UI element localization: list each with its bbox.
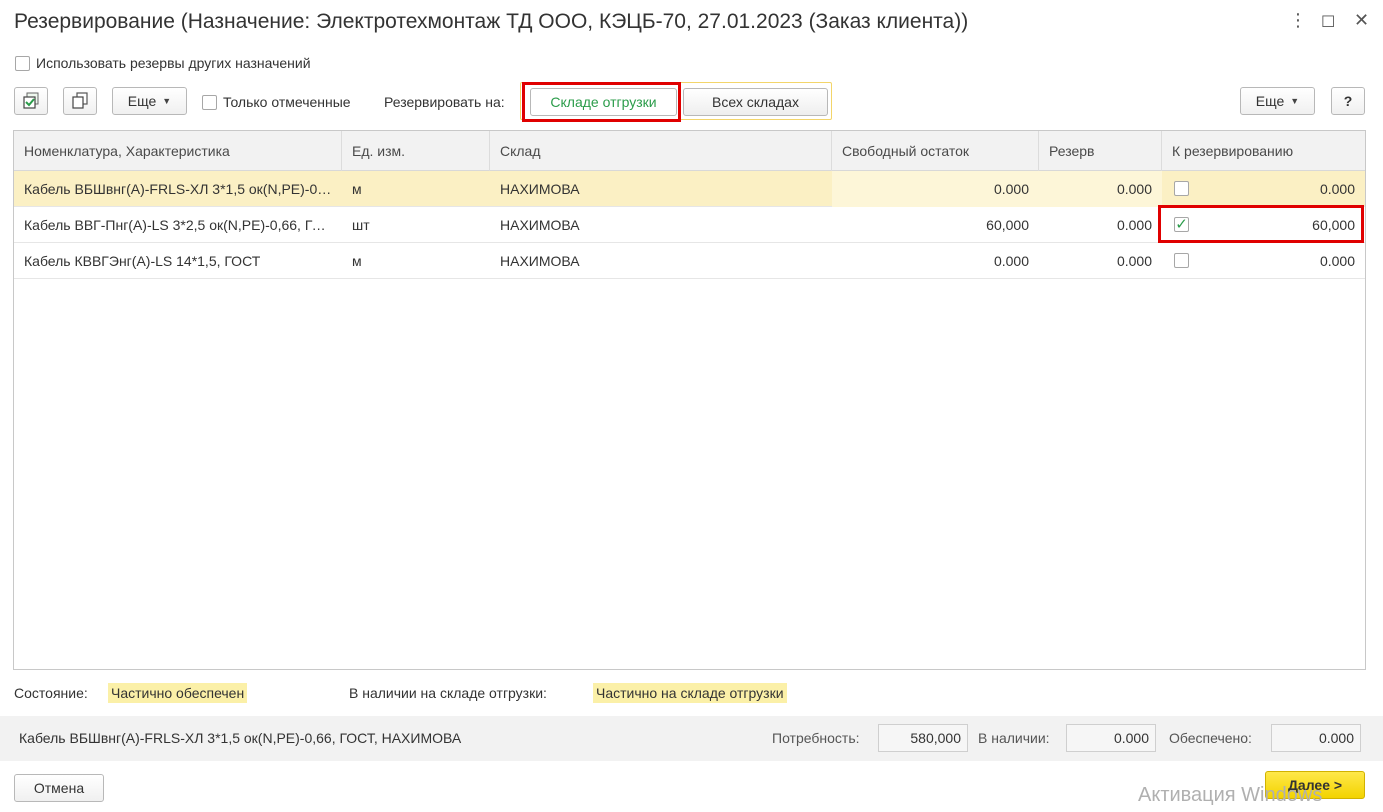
column-header-warehouse[interactable]: Склад (490, 131, 832, 171)
provided-field: 0.000 (1271, 724, 1361, 752)
available-field: 0.000 (1066, 724, 1156, 752)
cell-reserve: 0.000 (1039, 171, 1162, 207)
cell-nomenclature: Кабель ВВГ-Пнг(А)-LS 3*2,5 ок(N,PE)-0,66… (24, 217, 341, 233)
only-marked-label: Только отмеченные (223, 94, 351, 110)
state-label: Состояние: (14, 685, 88, 701)
check-all-icon (23, 92, 39, 109)
more-button[interactable]: Еще ▼ (112, 87, 187, 115)
table-header: Номенклатура, Характеристика Ед. изм. Ск… (14, 131, 1365, 171)
copy-icon (72, 92, 88, 109)
availability-badge: Частично на складе отгрузки (593, 683, 787, 703)
reserve-option-all-warehouses[interactable]: Всех складах (683, 88, 828, 116)
to-reserve-checkbox[interactable] (1174, 181, 1189, 196)
cell-warehouse: НАХИМОВА (500, 181, 580, 197)
column-header-reserve[interactable]: Резерв (1039, 131, 1162, 171)
column-header-unit[interactable]: Ед. изм. (342, 131, 490, 171)
cell-to-reserve[interactable]: 0.000 (1204, 243, 1365, 279)
provided-label: Обеспечено: (1169, 730, 1252, 746)
cell-free-stock: 0.000 (832, 171, 1039, 207)
only-marked-checkbox[interactable]: Только отмеченные (202, 94, 351, 110)
to-reserve-checkbox[interactable] (1174, 253, 1189, 268)
column-header-to-reserve[interactable]: К резервированию (1162, 131, 1365, 171)
cell-unit: м (352, 181, 362, 197)
need-field: 580,000 (878, 724, 968, 752)
reservation-table: Номенклатура, Характеристика Ед. изм. Ск… (13, 130, 1366, 670)
cell-reserve: 0.000 (1116, 253, 1152, 269)
close-icon[interactable]: ✕ (1354, 10, 1369, 31)
checkmark-icon: ✓ (1175, 216, 1188, 233)
check-all-button[interactable] (14, 87, 48, 115)
cell-unit: м (352, 253, 362, 269)
cell-nomenclature: Кабель ВБШвнг(А)-FRLS-ХЛ 3*1,5 ок(N,PE)-… (24, 181, 342, 197)
cell-to-reserve[interactable]: 60,000 (1204, 207, 1365, 243)
state-badge: Частично обеспечен (108, 683, 248, 703)
help-button[interactable]: ? (1331, 87, 1365, 115)
reserve-on-radio-group: Складе отгрузки Всех складах (520, 82, 832, 120)
chevron-down-icon: ▼ (1290, 96, 1300, 106)
use-other-reserves-label: Использовать резервы других назначений (36, 55, 311, 71)
uncheck-all-button[interactable] (63, 87, 97, 115)
current-item-text: Кабель ВБШвнг(А)-FRLS-ХЛ 3*1,5 ок(N,PE)-… (19, 730, 462, 746)
available-label: В наличии: (978, 730, 1050, 746)
use-other-reserves-checkbox[interactable]: Использовать резервы других назначений (15, 55, 311, 71)
activation-watermark: Активация Windows (1138, 784, 1323, 806)
cell-reserve: 0.000 (1116, 217, 1152, 233)
need-label: Потребность: (772, 730, 860, 746)
window-title: Резервирование (Назначение: Электротехмо… (14, 10, 969, 33)
checkbox-box[interactable] (202, 94, 217, 110)
maximize-icon[interactable]: ☐ (1321, 12, 1335, 32)
chevron-down-icon: ▼ (162, 96, 172, 106)
column-header-nomenclature[interactable]: Номенклатура, Характеристика (14, 131, 342, 171)
cell-to-reserve[interactable]: 0.000 (1204, 171, 1365, 207)
cell-nomenclature: Кабель КВВГЭнг(А)-LS 14*1,5, ГОСТ (24, 253, 261, 269)
more-button-label: Еще (127, 93, 157, 109)
reserve-on-label: Резервировать на: (384, 94, 505, 110)
cell-free-stock: 0.000 (993, 253, 1029, 269)
table-row[interactable]: Кабель КВВГЭнг(А)-LS 14*1,5, ГОСТ м НАХИ… (14, 243, 1365, 279)
cell-free-stock: 60,000 (986, 217, 1029, 233)
more-right-button-label: Еще (1255, 93, 1285, 109)
more-actions-icon[interactable]: ⋮ (1289, 10, 1307, 31)
more-right-button[interactable]: Еще ▼ (1240, 87, 1315, 115)
cell-warehouse: НАХИМОВА (500, 253, 580, 269)
to-reserve-checkbox[interactable]: ✓ (1174, 217, 1189, 232)
table-row[interactable]: Кабель ВБШвнг(А)-FRLS-ХЛ 3*1,5 ок(N,PE)-… (14, 171, 1365, 207)
reserve-option-shipping-warehouse[interactable]: Складе отгрузки (530, 88, 677, 116)
checkbox-box[interactable] (15, 55, 30, 71)
info-bar: Кабель ВБШвнг(А)-FRLS-ХЛ 3*1,5 ок(N,PE)-… (0, 716, 1383, 761)
table-row[interactable]: Кабель ВВГ-Пнг(А)-LS 3*2,5 ок(N,PE)-0,66… (14, 207, 1365, 243)
cell-unit: шт (352, 217, 370, 233)
cell-warehouse: НАХИМОВА (500, 217, 580, 233)
cancel-button[interactable]: Отмена (14, 774, 104, 802)
column-header-free-stock[interactable]: Свободный остаток (832, 131, 1039, 171)
availability-label: В наличии на складе отгрузки: (349, 685, 547, 701)
